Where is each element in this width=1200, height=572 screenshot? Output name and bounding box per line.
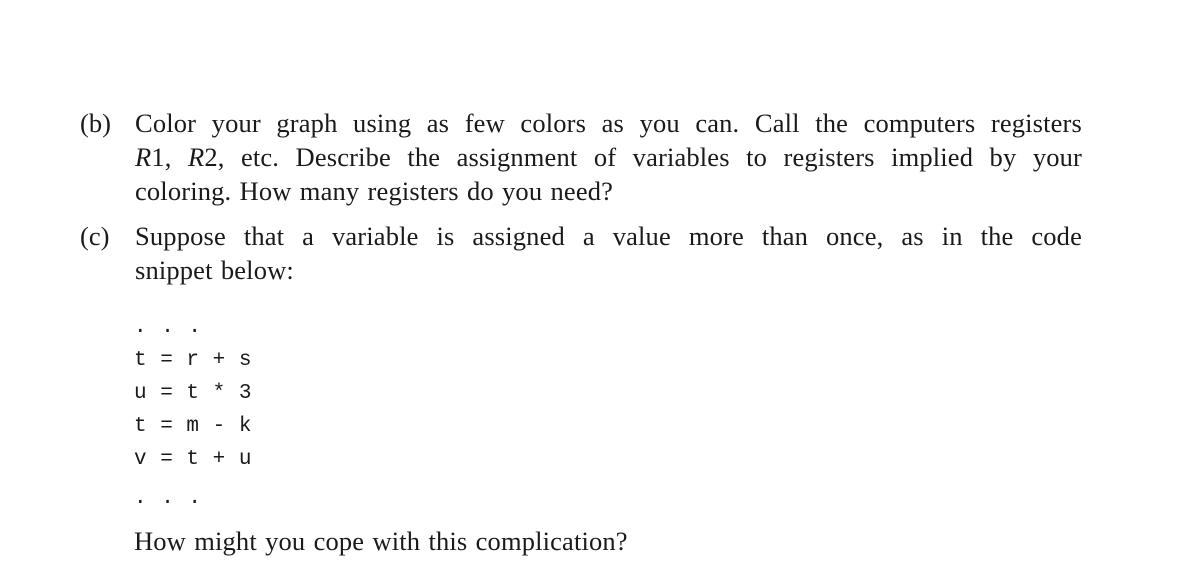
- item-b-text: Color your graph using as few colors as …: [135, 106, 1082, 208]
- closing-question: How might you cope with this complicatio…: [134, 526, 628, 556]
- item-b: (b) Color your graph using as few colors…: [80, 106, 1082, 208]
- item-b-line-1: Color your graph using as few colors as …: [135, 108, 1082, 138]
- item-b-line-3: coloring. How many registers do you need…: [135, 176, 614, 206]
- item-c-label: (c): [80, 221, 110, 251]
- item-c-text: Suppose that a variable is assigned a va…: [135, 219, 1082, 287]
- item-b-label: (b): [80, 108, 111, 138]
- item-c-line-1: Suppose that a variable is assigned a va…: [135, 221, 1082, 251]
- item-c-line-2: snippet below:: [135, 255, 294, 285]
- code-ellipsis-top: . . .: [134, 316, 203, 339]
- item-b-line-2: R1, R2, etc. Describe the assignment of …: [135, 142, 1082, 172]
- code-line-1: t = r + s: [134, 349, 252, 372]
- code-snippet: . . . t = r + s u = t * 3 t = m - k v = …: [134, 311, 252, 515]
- code-line-4: v = t + u: [134, 448, 252, 471]
- code-line-3: t = m - k: [134, 415, 252, 438]
- code-line-2: u = t * 3: [134, 382, 252, 405]
- math-variable-r: R: [187, 142, 205, 172]
- item-c: (c) Suppose that a variable is assigned …: [80, 219, 1082, 287]
- math-variable-r: R: [135, 142, 152, 172]
- code-ellipsis-bottom: . . .: [134, 487, 203, 510]
